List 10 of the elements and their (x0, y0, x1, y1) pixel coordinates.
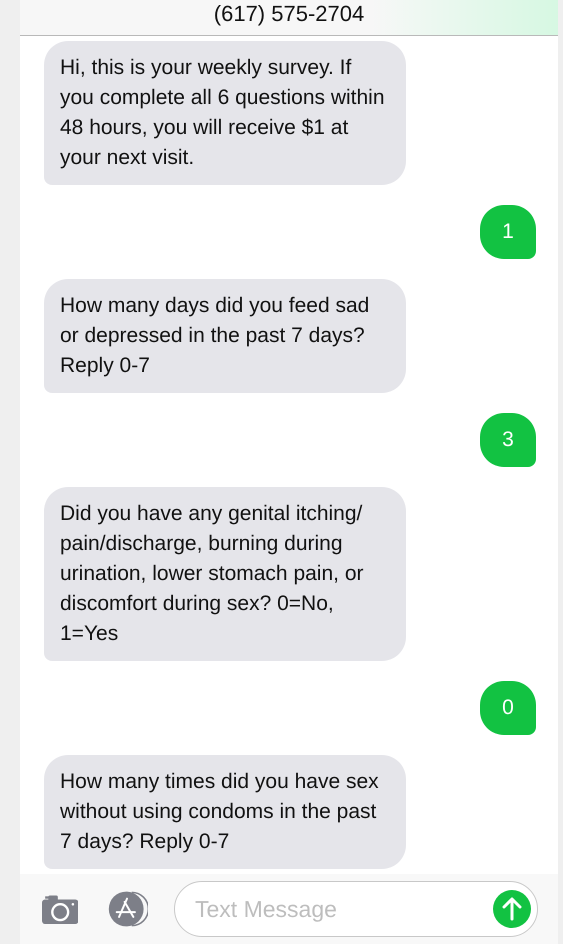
incoming-message: How many times did you have sex without using condoms in the past 7 days? Reply 0-7 (44, 755, 406, 869)
outgoing-message: 1 (480, 205, 536, 259)
outgoing-message: 3 (480, 413, 536, 467)
incoming-message: How many days did you feed sad or depressed in the past 7 days? Reply 0-7 (44, 279, 406, 393)
contact-number: (617) 575-2704 (214, 3, 364, 25)
outgoing-message: 0 (480, 681, 536, 735)
message-field[interactable]: Text Message (174, 881, 538, 937)
incoming-message: Did you have any genital itching/ pain/discharge, burning during urination, lower stomach pain, or discomfort during sex? 0=No, 1=Yes (44, 487, 406, 661)
incoming-message: Hi, this is your weekly survey. If you complete all 6 questions within 48 hours, you will receive $1 at your next visit. (44, 41, 406, 185)
send-icon[interactable] (493, 890, 531, 928)
